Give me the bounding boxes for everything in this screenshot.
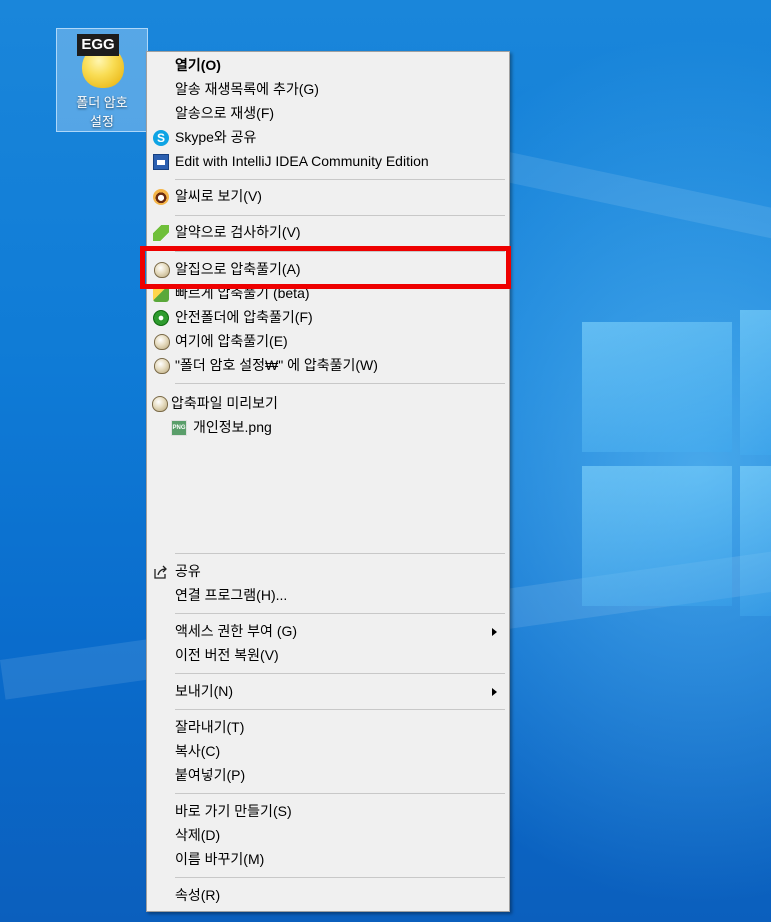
menu-separator bbox=[175, 553, 505, 554]
intellij-icon bbox=[153, 154, 169, 170]
menu-item-label: 복사(C) bbox=[175, 743, 221, 759]
alyac-icon bbox=[153, 225, 169, 241]
menu-item-label: 알씨로 보기(V) bbox=[175, 188, 262, 204]
shield-icon bbox=[153, 310, 169, 326]
menu-item-label: 알송 재생목록에 추가(G) bbox=[175, 81, 319, 97]
wallpaper-pane bbox=[582, 322, 732, 452]
menu-separator bbox=[175, 179, 505, 180]
menu-item-preview-file[interactable]: PNG 개인정보.png bbox=[149, 416, 507, 439]
menu-item-edit-intellij[interactable]: Edit with IntelliJ IDEA Community Editio… bbox=[149, 150, 507, 173]
menu-item-copy[interactable]: 복사(C) bbox=[149, 740, 507, 763]
menu-item-cut[interactable]: 잘라내기(T) bbox=[149, 716, 507, 739]
menu-separator bbox=[175, 613, 505, 614]
menu-item-share[interactable]: 공유 bbox=[149, 560, 507, 583]
menu-item-label: 속성(R) bbox=[175, 887, 221, 903]
menu-separator bbox=[175, 877, 505, 878]
menu-item-label: 액세스 권한 부여 (G) bbox=[175, 623, 298, 639]
menu-item-extract-here[interactable]: 여기에 압축풀기(E) bbox=[149, 330, 507, 353]
submenu-arrow-icon bbox=[492, 628, 497, 636]
menu-item-label: Edit with IntelliJ IDEA Community Editio… bbox=[175, 153, 429, 169]
menu-item-alsong-add-playlist[interactable]: 알송 재생목록에 추가(G) bbox=[149, 78, 507, 101]
png-file-icon: PNG bbox=[171, 420, 187, 436]
wallpaper-pane bbox=[582, 466, 732, 606]
alsee-icon bbox=[153, 189, 169, 205]
menu-separator bbox=[175, 215, 505, 216]
menu-item-give-access[interactable]: 액세스 권한 부여 (G) bbox=[149, 620, 507, 643]
menu-item-label: 압축파일 미리보기 bbox=[171, 395, 278, 411]
menu-item-extract-to-folder[interactable]: "폴더 암호 설정₩" 에 압축풀기(W) bbox=[149, 354, 507, 377]
menu-item-rename[interactable]: 이름 바꾸기(M) bbox=[149, 848, 507, 871]
menu-item-label: 개인정보.png bbox=[193, 419, 272, 435]
menu-item-create-shortcut[interactable]: 바로 가기 만들기(S) bbox=[149, 800, 507, 823]
menu-item-label: 보내기(N) bbox=[175, 683, 234, 699]
egg-archive-icon: EGG bbox=[74, 32, 132, 90]
menu-item-label: 공유 bbox=[175, 563, 201, 579]
menu-item-open-with[interactable]: 연결 프로그램(H)... bbox=[149, 584, 507, 607]
egg-badge: EGG bbox=[77, 34, 119, 56]
menu-item-label: "폴더 암호 설정₩" 에 압축풀기(W) bbox=[175, 357, 378, 373]
menu-item-label: 이름 바꾸기(M) bbox=[175, 851, 265, 867]
share-icon bbox=[153, 564, 169, 580]
menu-item-label: 알송으로 재생(F) bbox=[175, 105, 275, 121]
alzip-icon bbox=[154, 358, 170, 374]
menu-item-alyac-scan[interactable]: 알약으로 검사하기(V) bbox=[149, 221, 507, 244]
menu-item-restore-versions[interactable]: 이전 버전 복원(V) bbox=[149, 644, 507, 667]
menu-separator bbox=[175, 383, 505, 384]
menu-item-label: 알약으로 검사하기(V) bbox=[175, 224, 301, 240]
submenu-arrow-icon bbox=[492, 688, 497, 696]
menu-item-label: 바로 가기 만들기(S) bbox=[175, 803, 292, 819]
menu-separator bbox=[175, 673, 505, 674]
highlight-annotation-box bbox=[140, 246, 511, 289]
menu-item-label: 잘라내기(T) bbox=[175, 719, 245, 735]
menu-item-open[interactable]: 열기(O) bbox=[149, 54, 507, 77]
menu-item-label: 이전 버전 복원(V) bbox=[175, 647, 279, 663]
menu-item-label: 삭제(D) bbox=[175, 827, 221, 843]
menu-item-paste[interactable]: 붙여넣기(P) bbox=[149, 764, 507, 787]
menu-item-label: 여기에 압축풀기(E) bbox=[175, 333, 288, 349]
desktop-file-label: 폴더 암호 설정 bbox=[76, 95, 128, 129]
menu-item-properties[interactable]: 속성(R) bbox=[149, 884, 507, 907]
alzip-icon bbox=[154, 334, 170, 350]
menu-item-label: 열기(O) bbox=[175, 57, 221, 73]
skype-icon: S bbox=[153, 130, 169, 146]
menu-item-archive-preview[interactable]: 압축파일 미리보기 bbox=[149, 392, 507, 415]
menu-item-skype-share[interactable]: S Skype와 공유 bbox=[149, 126, 507, 149]
wallpaper-pane bbox=[740, 310, 771, 455]
menu-item-alsee-view[interactable]: 알씨로 보기(V) bbox=[149, 185, 507, 208]
wallpaper-beam bbox=[493, 150, 771, 263]
share-icon-graphic bbox=[154, 565, 167, 579]
menu-item-label: 붙여넣기(P) bbox=[175, 767, 246, 783]
alzip-icon bbox=[152, 396, 168, 412]
menu-separator bbox=[175, 793, 505, 794]
menu-item-label: Skype와 공유 bbox=[175, 129, 257, 145]
menu-item-label: 안전폴더에 압축풀기(F) bbox=[175, 309, 313, 325]
menu-item-label: 연결 프로그램(H)... bbox=[175, 587, 288, 603]
menu-item-delete[interactable]: 삭제(D) bbox=[149, 824, 507, 847]
menu-item-safe-folder-extract[interactable]: 안전폴더에 압축풀기(F) bbox=[149, 306, 507, 329]
context-menu: 열기(O) 알송 재생목록에 추가(G) 알송으로 재생(F) S Skype와… bbox=[146, 51, 510, 912]
menu-separator bbox=[175, 709, 505, 710]
menu-item-send-to[interactable]: 보내기(N) bbox=[149, 680, 507, 703]
wallpaper-pane bbox=[740, 466, 771, 616]
desktop-file-icon[interactable]: EGG 폴더 암호 설정 bbox=[56, 28, 148, 132]
menu-item-alsong-play[interactable]: 알송으로 재생(F) bbox=[149, 102, 507, 125]
